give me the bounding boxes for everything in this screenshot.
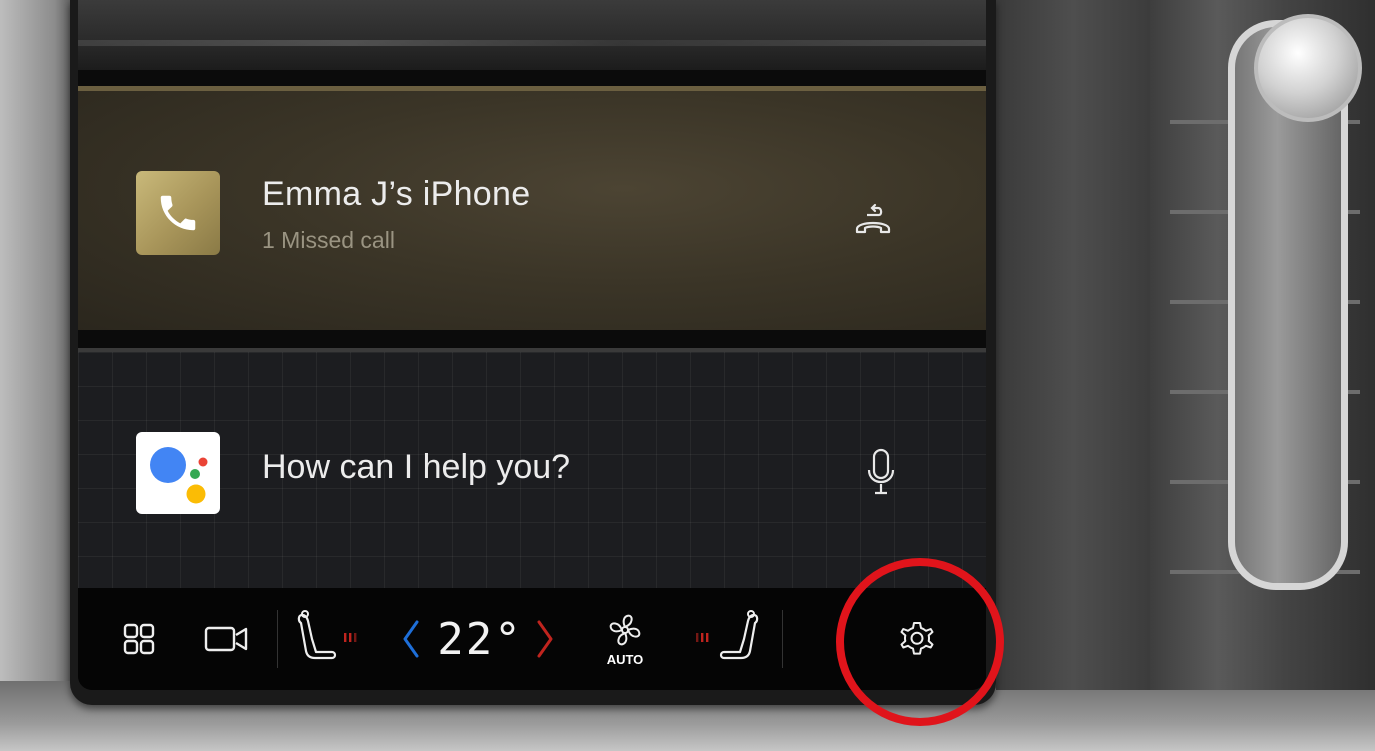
google-assistant-icon (136, 432, 220, 514)
temperature-value: 22° (437, 613, 523, 665)
apps-button[interactable] (114, 588, 164, 690)
callback-icon[interactable] (853, 199, 893, 239)
bar-separator (277, 610, 278, 668)
temp-decrease-button[interactable] (396, 588, 426, 690)
phone-device-name: Emma J’s iPhone (262, 175, 531, 213)
fan-icon (609, 614, 641, 646)
apps-grid-icon (123, 623, 155, 655)
missed-call-count: 1 Missed call (262, 227, 395, 253)
tile-divider (78, 70, 986, 86)
passenger-seat-heat-button[interactable] (678, 588, 768, 690)
assistant-prompt: How can I help you? (262, 448, 571, 486)
camera-icon (204, 626, 248, 652)
fan-auto-button[interactable]: AUTO (590, 588, 660, 690)
driver-seat-heat-icon (297, 610, 357, 660)
temp-increase-icon (537, 620, 553, 658)
google-assistant-tile[interactable]: How can I help you? (78, 348, 986, 592)
driver-seat-heat-button[interactable] (292, 588, 372, 690)
bar-separator (782, 610, 783, 668)
temp-increase-button[interactable] (530, 588, 560, 690)
infotainment-screen: Emma J’s iPhone 1 Missed call How can I … (78, 0, 986, 690)
temp-decrease-icon (403, 620, 419, 658)
microphone-icon[interactable] (866, 448, 896, 496)
passenger-seat-heat-icon (696, 610, 759, 660)
fan-mode-label: AUTO (606, 652, 644, 667)
phone-tile[interactable]: Emma J’s iPhone 1 Missed call (78, 86, 986, 335)
settings-highlight-circle (836, 558, 1004, 726)
top-tile-remnant[interactable] (78, 0, 986, 70)
tile-divider (78, 330, 986, 348)
vent-knob[interactable] (1254, 14, 1362, 122)
camera-button[interactable] (196, 588, 256, 690)
console-panel (996, 0, 1150, 690)
dashboard-left-trim (0, 0, 78, 751)
phone-icon (136, 171, 220, 255)
temperature-display[interactable]: 22° (430, 588, 530, 690)
